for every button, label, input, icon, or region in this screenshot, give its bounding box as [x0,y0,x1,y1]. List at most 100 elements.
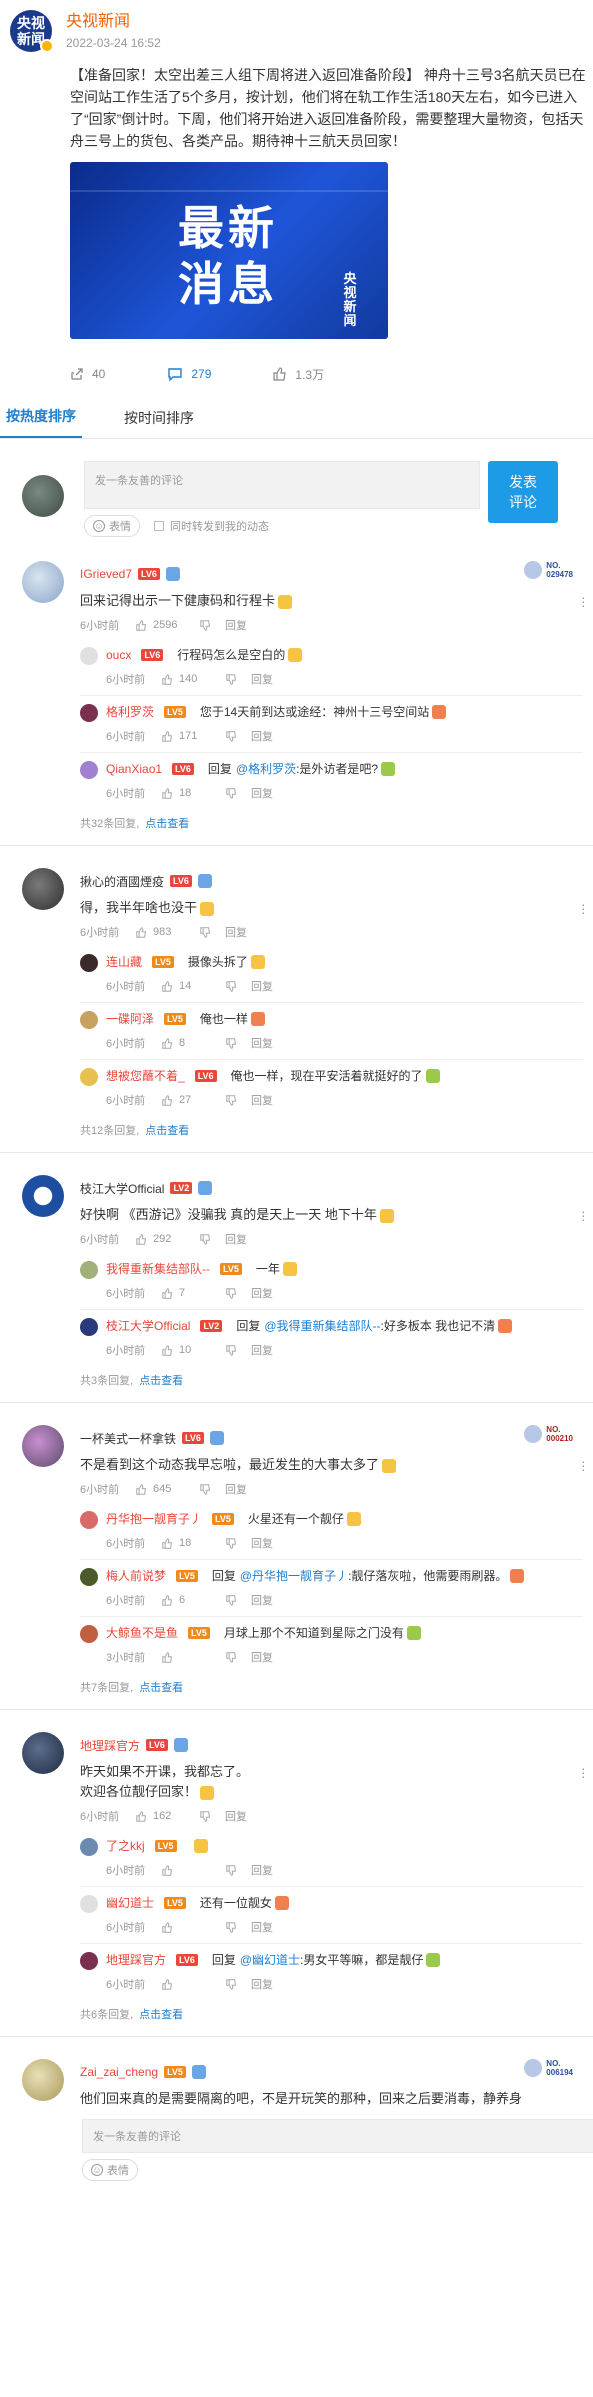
dislike-icon[interactable] [200,1233,211,1245]
like-button[interactable]: 1.3万 [273,366,324,383]
commenter-avatar[interactable] [22,2059,64,2101]
reply-avatar[interactable] [80,1625,98,1643]
reply-avatar[interactable] [80,1838,98,1856]
reply-avatar[interactable] [80,1895,98,1913]
reply-like-button[interactable]: 10 [162,1344,222,1356]
commenter-name[interactable]: Zai_zai_cheng [80,2065,158,2079]
commenter-avatar[interactable] [22,1175,64,1217]
reply-like-button[interactable] [162,1978,222,1990]
reply-avatar[interactable] [80,954,98,972]
dislike-icon[interactable] [226,1594,237,1606]
more-options-icon[interactable]: · · · [581,1761,586,1783]
reply-like-button[interactable]: 8 [162,1037,222,1049]
reply-avatar[interactable] [80,1511,98,1529]
dislike-icon[interactable] [226,1287,237,1299]
view-replies-link[interactable]: 点击查看 [139,1375,183,1387]
dislike-icon[interactable] [226,1537,237,1549]
more-options-icon[interactable]: · · · [581,897,586,919]
dislike-icon[interactable] [226,1344,237,1356]
reply-button[interactable]: 回复 [251,1919,273,1935]
emoji-button[interactable]: ☺ 表情 [84,515,140,537]
commenter-name[interactable]: 揪心的酒國煙疫 [80,873,164,890]
more-options-icon[interactable]: · · · [581,590,586,612]
dislike-icon[interactable] [226,673,237,685]
reply-button[interactable]: 回复 [251,1649,273,1665]
view-replies-link[interactable]: 点击查看 [139,1682,183,1694]
send-comment-button[interactable]: 发表 评论 [488,461,558,523]
more-options-icon[interactable]: · · · [581,1454,586,1476]
commenter-name[interactable]: 地理踩官方 [80,1737,140,1754]
reply-like-button[interactable] [162,1864,222,1876]
reply-name[interactable]: 梅人前说梦 [106,1566,166,1586]
reply-name[interactable]: QianXiao1 [106,759,162,779]
tab-time[interactable]: 按时间排序 [118,408,200,438]
commenter-avatar[interactable] [22,1732,64,1774]
reply-button[interactable]: 回复 [251,728,273,744]
dislike-icon[interactable] [226,1978,237,1990]
reply-avatar[interactable] [80,1068,98,1086]
commenter-avatar[interactable] [22,561,64,603]
more-options-icon[interactable]: · · · [581,1204,586,1226]
commenter-name[interactable]: IGrieved7 [80,567,132,581]
reply-avatar[interactable] [80,1011,98,1029]
reply-avatar[interactable] [80,704,98,722]
reply-like-button[interactable]: 27 [162,1094,222,1106]
view-replies-link[interactable]: 点击查看 [145,818,189,830]
reply-button[interactable]: 回复 [251,978,273,994]
dislike-icon[interactable] [226,1921,237,1933]
commenter-avatar[interactable] [22,1425,64,1467]
reply-like-button[interactable]: 18 [162,1537,222,1549]
reply-button[interactable]: 回复 [251,1342,273,1358]
commenter-avatar[interactable] [22,868,64,910]
dislike-icon[interactable] [226,1651,237,1663]
reply-name[interactable]: 了之kkj [106,1836,145,1856]
comment-like-button[interactable]: 645 [136,1483,196,1495]
reply-button[interactable]: 回复 [251,1535,273,1551]
reply-like-button[interactable]: 14 [162,980,222,992]
reply-button[interactable]: 回复 [251,1092,273,1108]
reply-name[interactable]: 幽幻道士 [106,1893,154,1913]
view-replies-link[interactable]: 点击查看 [139,2009,183,2021]
share-button[interactable]: 40 [70,367,105,381]
reply-name[interactable]: 地理踩官方 [106,1950,166,1970]
reply-avatar[interactable] [80,1568,98,1586]
comment-button[interactable]: 279 [167,367,211,381]
reply-button[interactable]: 回复 [251,1976,273,1992]
mention-link[interactable]: @格利罗茨 [236,759,296,779]
commenter-name[interactable]: 枝江大学Official [80,1180,164,1197]
comment-input[interactable]: 发一条友善的评论 [84,461,480,509]
reply-button[interactable]: 回复 [251,1862,273,1878]
view-replies-link[interactable]: 点击查看 [145,1125,189,1137]
forward-checkbox[interactable] [154,521,164,531]
reply-like-button[interactable]: 6 [162,1594,222,1606]
comment-like-button[interactable]: 292 [136,1233,196,1245]
reply-name[interactable]: 我得重新集结部队-- [106,1259,210,1279]
reply-name[interactable]: oucx [106,645,131,665]
reply-like-button[interactable] [162,1921,222,1933]
author-avatar[interactable]: 央视 新闻 [10,10,54,53]
reply-like-button[interactable]: 18 [162,787,222,799]
reply-name[interactable]: 想被您蘸不着_ [106,1066,185,1086]
reply-button[interactable]: 回复 [251,785,273,801]
reply-name[interactable]: 枝江大学Official [106,1316,190,1336]
commenter-name[interactable]: 一杯美式一杯拿铁 [80,1430,176,1447]
post-image[interactable]: 最新 消息 央视新闻 [70,162,388,339]
reply-name[interactable]: 一碟阿泽 [106,1009,154,1029]
reply-button[interactable]: 回复 [225,924,247,940]
reply-button[interactable]: 回复 [251,671,273,687]
author-name[interactable]: 央视新闻 [66,12,161,32]
mention-link[interactable]: @幽幻道士 [240,1950,300,1970]
dislike-icon[interactable] [226,787,237,799]
reply-button[interactable]: 回复 [225,1808,247,1824]
reply-name[interactable]: 连山藏 [106,952,142,972]
mention-link[interactable]: @丹华抱一靓育子丿 [240,1566,348,1586]
dislike-icon[interactable] [200,926,211,938]
reply-avatar[interactable] [80,647,98,665]
dislike-icon[interactable] [226,1864,237,1876]
reply-like-button[interactable]: 171 [162,730,222,742]
dislike-icon[interactable] [200,1810,211,1822]
reply-button[interactable]: 回复 [251,1592,273,1608]
reply-avatar[interactable] [80,1952,98,1970]
reply-like-button[interactable] [162,1651,222,1663]
dislike-icon[interactable] [226,730,237,742]
